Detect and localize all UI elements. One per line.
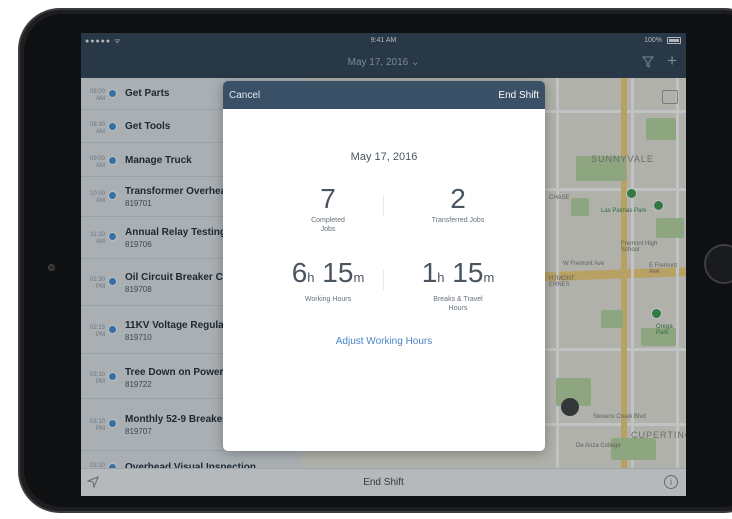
- camera-dot: [48, 264, 55, 271]
- transferred-jobs-label: Transferred Jobs: [431, 217, 485, 224]
- working-hours-h: 6: [291, 257, 308, 288]
- working-hours-value: 6h 15m: [268, 258, 388, 293]
- screen: ●●●●● ᯤ 9:41 AM 100% May 17, 2016 ⌄ + SU…: [81, 33, 686, 496]
- breaks-travel-value: 1h 15m: [398, 258, 518, 293]
- shift-date: May 17, 2016: [350, 151, 418, 163]
- breaks-m-unit: m: [483, 270, 495, 285]
- stat-divider: [383, 196, 384, 216]
- stat-divider: [383, 270, 384, 290]
- working-hours-m-unit: m: [353, 270, 365, 285]
- transferred-jobs-value: 2: [450, 183, 466, 214]
- breaks-h: 1: [421, 257, 438, 288]
- dialog-header: Cancel End Shift: [223, 81, 545, 109]
- completed-jobs-label: Completed Jobs: [311, 217, 345, 233]
- working-hours-h-unit: h: [307, 270, 315, 285]
- cancel-button[interactable]: Cancel: [229, 90, 260, 101]
- breaks-travel-label: Breaks & Travel Hours: [433, 296, 483, 312]
- working-hours-label: Working Hours: [304, 296, 352, 303]
- end-shift-confirm-button[interactable]: End Shift: [498, 90, 539, 101]
- completed-jobs-value: 7: [320, 183, 336, 214]
- transferred-jobs-stat: 2 Transferred Jobs: [398, 184, 518, 225]
- completed-jobs-stat: 7 Completed Jobs: [268, 184, 388, 234]
- breaks-travel-stat: 1h 15m Breaks & Travel Hours: [398, 258, 518, 313]
- breaks-m: 15: [452, 257, 484, 288]
- end-shift-dialog: Cancel End Shift May 17, 2016 7 Complete…: [223, 81, 545, 451]
- working-hours-stat: 6h 15m Working Hours: [268, 258, 388, 304]
- adjust-working-hours-button[interactable]: Adjust Working Hours: [223, 336, 545, 347]
- working-hours-m: 15: [322, 257, 354, 288]
- breaks-h-unit: h: [437, 270, 445, 285]
